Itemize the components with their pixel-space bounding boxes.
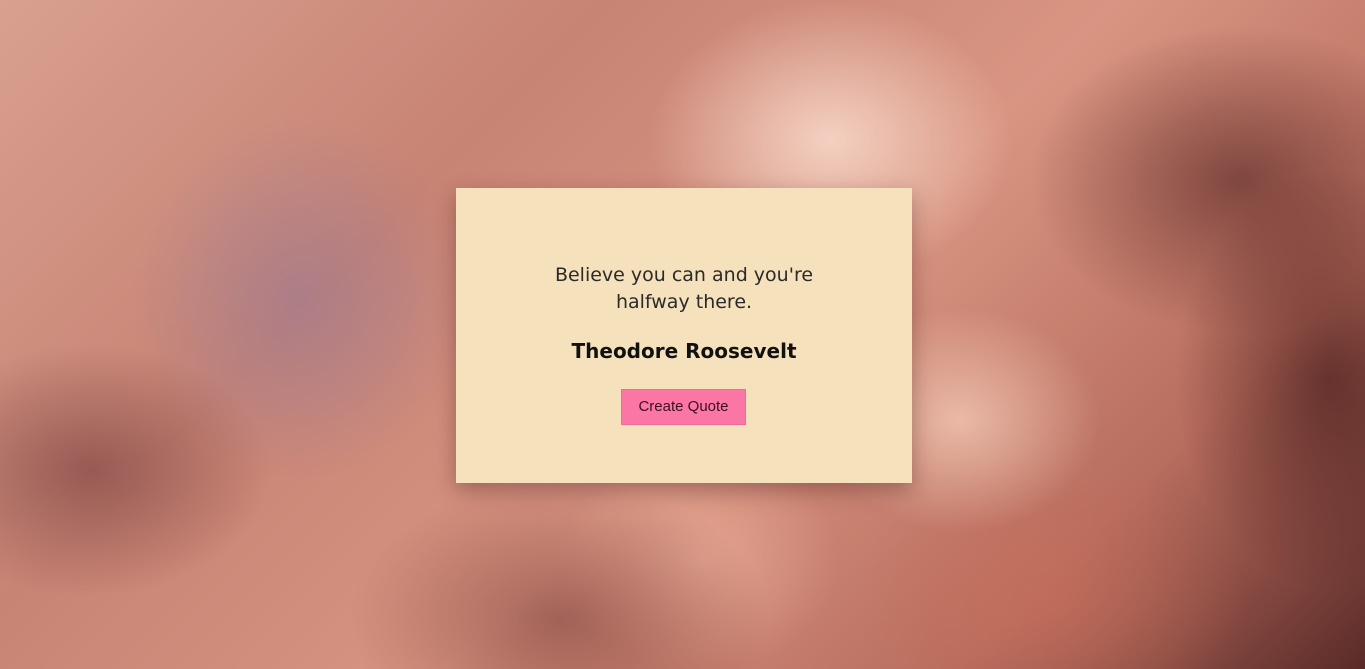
quote-card: Believe you can and you're halfway there…	[456, 188, 912, 483]
quote-author: Theodore Roosevelt	[571, 339, 797, 363]
create-quote-button[interactable]: Create Quote	[621, 389, 746, 425]
quote-text: Believe you can and you're halfway there…	[554, 264, 814, 313]
